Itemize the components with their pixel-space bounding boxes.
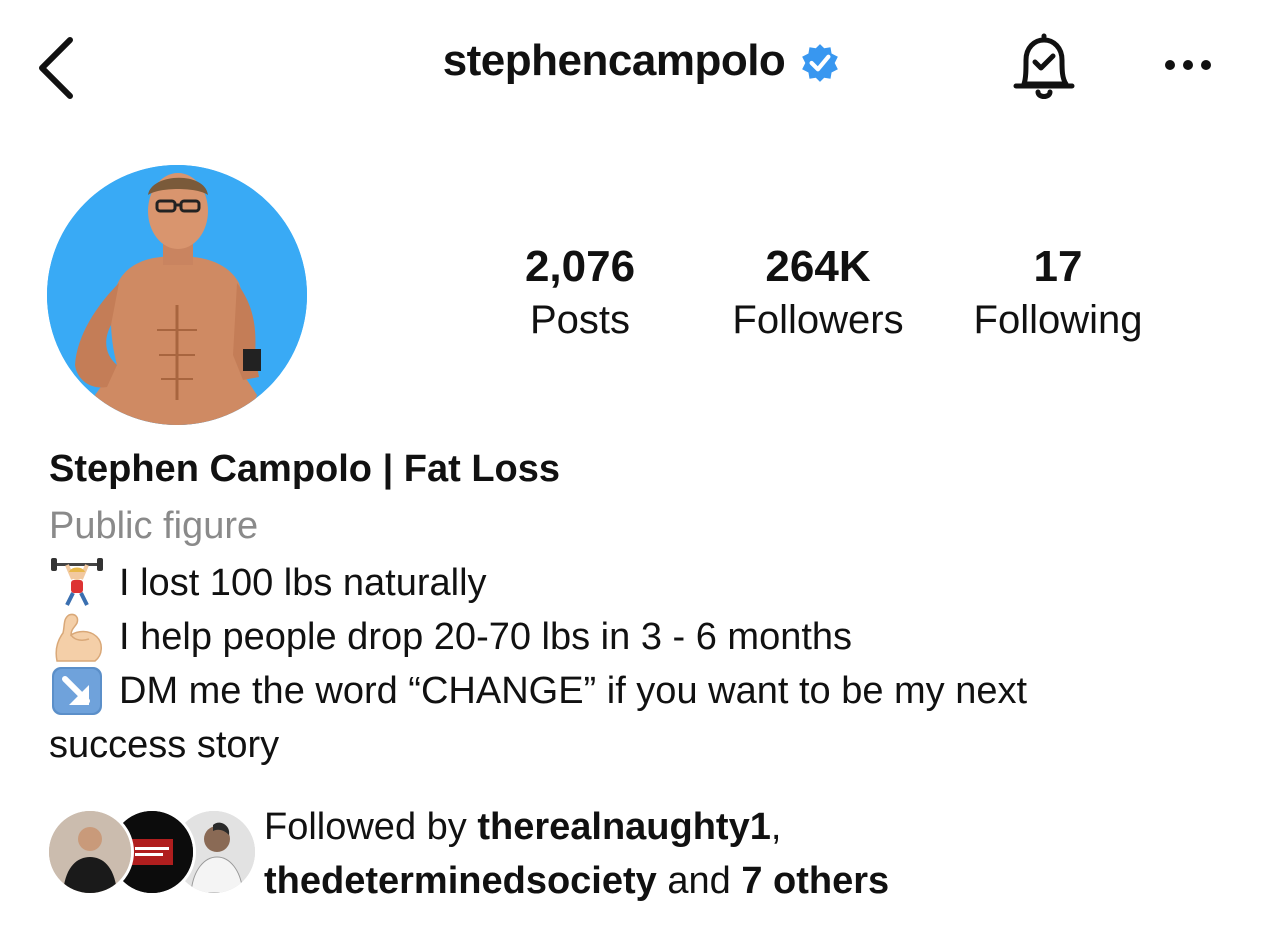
following-count[interactable]: 17 Following <box>962 240 1154 346</box>
mutual-avatar-photo-1 <box>49 811 131 893</box>
mutual-followers-others-link[interactable]: 7 others <box>741 860 889 902</box>
more-options-button[interactable] <box>1160 50 1216 80</box>
followed-by-separator: , <box>770 806 782 848</box>
followed-by-prefix: Followed by <box>264 806 478 848</box>
mutual-follower-link-1[interactable]: therealnaughty1 <box>477 806 771 848</box>
profile-photo <box>47 165 307 425</box>
posts-count[interactable]: 2,076 Posts <box>500 240 660 346</box>
weightlifter-emoji-icon <box>51 558 103 606</box>
followed-by-text: Followed by therealnaughty1, thedetermine… <box>264 800 1244 908</box>
bio-text-3: DM me the word “CHANGE” if you want to b… <box>119 670 1028 712</box>
verified-badge-icon <box>802 44 839 82</box>
notifications-button[interactable] <box>1010 30 1078 102</box>
bio-line: DM me the word “CHANGE” if you want to b… <box>49 664 1249 718</box>
profile-avatar[interactable] <box>47 165 307 425</box>
following-value: 17 <box>1033 242 1083 291</box>
mutual-followers-avatars[interactable] <box>46 808 258 898</box>
header-title: stephencampolo <box>0 36 1284 86</box>
bio-text-continued: success story <box>49 724 280 766</box>
posts-label: Posts <box>529 298 631 342</box>
followers-value: 264K <box>765 242 871 291</box>
bio-line: I lost 100 lbs naturally <box>49 556 487 610</box>
followed-by-connector: and <box>656 860 742 902</box>
bio-line: I help people drop 20-70 lbs in 3 - 6 mo… <box>49 610 852 664</box>
down-right-arrow-emoji-icon <box>52 667 102 715</box>
profile-page: stephencampolo 2,076 Posts 264K Follower… <box>0 0 1284 952</box>
followers-count[interactable]: 264K Followers <box>718 240 918 346</box>
mutual-avatar <box>46 808 134 896</box>
bio-text-1: I lost 100 lbs naturally <box>119 562 487 604</box>
category-label: Public figure <box>49 505 259 547</box>
following-label: Following <box>973 298 1143 342</box>
mutual-follower-link-2[interactable]: thedeterminedsociety <box>264 860 657 902</box>
flexed-biceps-emoji-icon <box>55 613 102 662</box>
bio-text-2: I help people drop 20-70 lbs in 3 - 6 mo… <box>119 616 853 658</box>
followers-label: Followers <box>732 298 904 342</box>
posts-value: 2,076 <box>524 242 636 291</box>
full-name: Stephen Campolo | Fat Loss <box>49 448 561 490</box>
more-horizontal-icon <box>1165 60 1211 70</box>
username: stephencampolo <box>442 36 786 85</box>
bell-check-icon <box>1013 33 1075 99</box>
